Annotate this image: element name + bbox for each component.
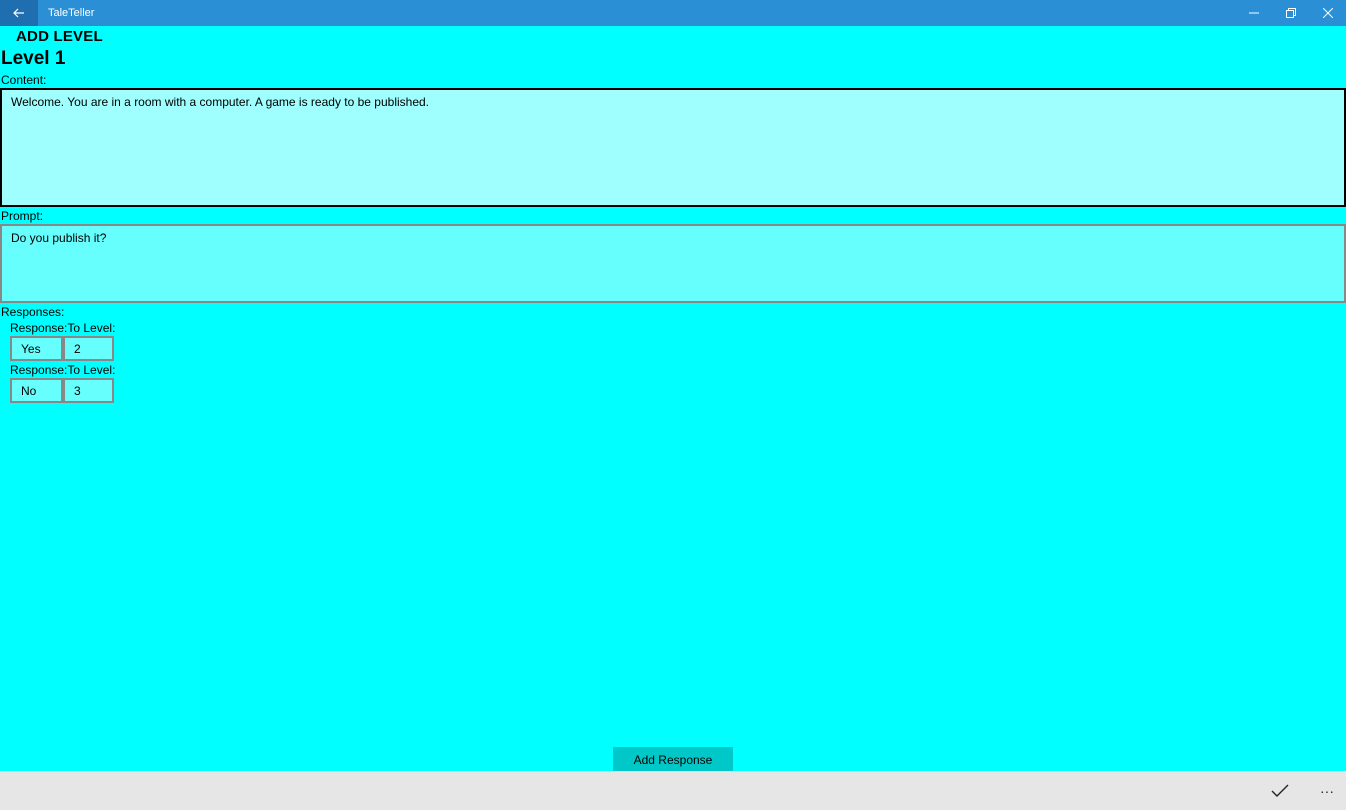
response-input[interactable] xyxy=(10,378,63,403)
app-title: TaleTeller xyxy=(48,7,95,19)
content-label: Content: xyxy=(1,73,47,87)
response-label: Response: xyxy=(10,363,68,377)
to-level-input[interactable] xyxy=(63,336,114,361)
minimize-icon xyxy=(1249,12,1259,14)
checkmark-icon xyxy=(1271,784,1289,797)
response-label: Response: xyxy=(10,321,68,335)
response-row-labels: Response: To Level: xyxy=(10,321,115,335)
page-header: ADD LEVEL xyxy=(16,28,103,45)
arrow-left-icon xyxy=(13,8,24,18)
to-level-label: To Level: xyxy=(67,321,116,335)
more-button[interactable]: ··· xyxy=(1310,771,1344,810)
accept-button[interactable] xyxy=(1262,771,1298,810)
back-button[interactable] xyxy=(0,0,38,26)
content-textbox[interactable]: Welcome. You are in a room with a comput… xyxy=(0,88,1346,207)
to-level-input[interactable] xyxy=(63,378,114,403)
restore-icon xyxy=(1286,8,1296,18)
level-title: Level 1 xyxy=(1,48,66,69)
responses-label: Responses: xyxy=(1,305,65,319)
prompt-label: Prompt: xyxy=(1,209,44,223)
response-input[interactable] xyxy=(10,336,63,361)
to-level-label: To Level: xyxy=(67,363,116,377)
prompt-textbox[interactable]: Do you publish it? xyxy=(0,224,1346,303)
close-button[interactable] xyxy=(1305,0,1346,26)
more-icon: ··· xyxy=(1320,782,1334,799)
title-bar: TaleTeller xyxy=(0,0,1346,26)
command-bar: ··· xyxy=(0,771,1346,810)
add-response-button[interactable]: Add Response xyxy=(613,747,733,772)
close-icon xyxy=(1323,8,1333,18)
response-row-labels: Response: To Level: xyxy=(10,363,115,377)
